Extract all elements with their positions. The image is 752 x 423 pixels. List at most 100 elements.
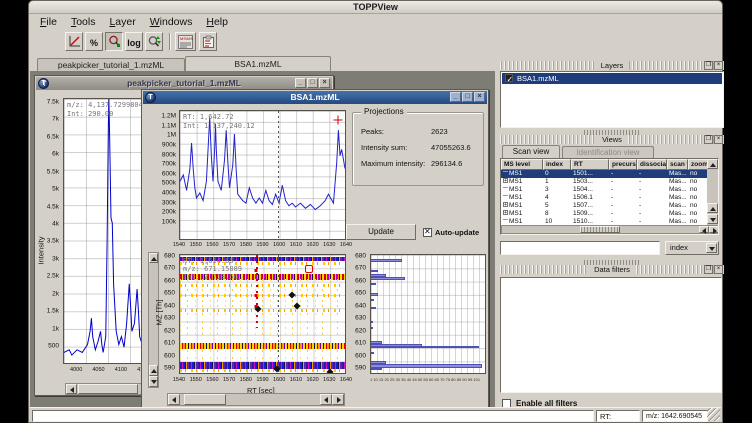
column-header[interactable]: precursi [609,159,637,170]
float-panel-icon[interactable]: ❐ [704,61,713,70]
close-panel-icon[interactable]: × [714,135,723,144]
log-intensity-icon: log [127,38,141,48]
search-column-combo[interactable]: index [665,241,719,255]
float-panel-icon[interactable]: ❐ [704,265,713,274]
table-row[interactable]: MS101501...--Mas...no [501,170,718,178]
scroll-left-button[interactable] [699,226,709,233]
close-button[interactable]: × [319,78,330,88]
scroll-up-button-2[interactable] [149,365,158,376]
close-panel-icon[interactable]: × [714,61,723,70]
resize-grip[interactable] [707,408,720,421]
mz-projection-plot[interactable] [370,254,486,374]
zoom-mode-button[interactable] [105,32,123,51]
cell-index: 0 [543,170,571,178]
scroll-down-button[interactable] [149,376,158,387]
scroll-left-button[interactable] [66,384,77,394]
cell-precursor: - [609,178,637,186]
scroll-thumb[interactable] [78,384,138,394]
table-h-scrollbar[interactable] [501,225,719,234]
combo-value: index [670,243,688,252]
menu-tools[interactable]: Tools [64,14,103,30]
toppview-window: TOPPView FileToolsLayerWindowsHelp % log… [28,0,723,423]
scroll-right-button[interactable] [332,394,344,405]
scroll-up-button[interactable] [707,159,718,169]
data-filters-panel-header[interactable]: Data filters ❐ × [500,265,724,274]
scroll-up-button-2[interactable] [707,203,718,213]
maximize-button[interactable]: □ [307,78,318,88]
close-button[interactable]: × [474,92,485,102]
percentage-intensity-button[interactable]: % [85,32,103,51]
layer-item[interactable]: BSA1.mzML [502,73,722,84]
linear-intensity-button[interactable] [65,32,83,51]
combo-dropdown-icon[interactable] [706,243,717,253]
table-row[interactable]: +MS111503...--Mas...no [501,178,718,186]
cell-rt: 1501... [571,170,609,178]
log-intensity-button[interactable]: log [125,32,143,51]
column-header[interactable]: index [543,159,571,170]
tab-peakpicker-tutorial[interactable]: peakpicker_tutorial_1.mzML [37,58,185,71]
float-panel-icon[interactable]: ❐ [704,135,713,144]
menu-layer[interactable]: Layer [102,14,142,30]
table-row[interactable]: MS131504...--Mas...no [501,186,718,194]
minimize-button[interactable]: _ [295,78,306,88]
cell-ms-level: MS1 [501,186,543,194]
expand-icon[interactable]: + [503,178,508,183]
menu-help[interactable]: Help [199,14,235,30]
column-header[interactable]: scan t [667,159,688,170]
map-h-scrollbar[interactable] [167,393,345,406]
expand-icon[interactable]: + [503,202,508,207]
projection-bar [371,327,373,329]
tab-bsa1[interactable]: BSA1.mzML [185,56,331,71]
reset-zoom-button[interactable] [145,32,163,51]
peak-overlay-int: Int: 290.00 [67,110,113,118]
scroll-right-button[interactable] [709,226,719,233]
tab-label: Scan view [513,147,549,156]
scroll-left-button-2[interactable] [320,394,332,405]
table-row[interactable]: +MS151507...--Mas...no [501,202,718,210]
column-header[interactable]: MS level [501,159,543,170]
column-header[interactable]: zoom [688,159,708,170]
menubar: FileToolsLayerWindowsHelp [33,14,718,30]
status-rt-field: RT: [596,410,640,422]
layer-visibility-checkbox[interactable] [505,74,513,82]
axis-tick: 1k [52,325,59,332]
table-row[interactable]: MS141506.1--Mas...no [501,194,718,202]
views-panel-header[interactable]: Views ❐ × [500,135,724,144]
menu-file[interactable]: File [33,14,64,30]
tab-scan-view[interactable]: Scan view [502,145,560,158]
scroll-left-button[interactable] [168,394,180,405]
tab-identification-view[interactable]: Identification view [562,146,654,158]
update-button[interactable]: Update [346,224,416,240]
table-row[interactable]: +MS181509...--Mas...no [501,210,718,218]
scan-search-input[interactable] [500,241,660,255]
layers-panel-header[interactable]: Layers ❐ × [500,61,724,70]
axis-tick: 1600 [273,242,285,248]
axis-tick: 4.5k [47,203,59,210]
menu-windows[interactable]: Windows [143,14,200,30]
bsa1-window: T BSA1.mzML _□× 1.2M1.1M1M900k800k700k60… [141,89,489,408]
map-2d-plot[interactable]: RT: 1,614.65 m/z: 671.15089 Int: 2,718.5… [179,254,346,374]
column-header[interactable]: RT [571,159,609,170]
scan-table-header[interactable]: MS levelindexRTprecursidissociascan tzoo… [501,159,718,170]
scroll-up-button[interactable] [149,253,158,263]
auto-update-checkbox[interactable] [423,228,432,237]
close-panel-icon[interactable]: × [714,265,723,274]
bsa1-titlebar[interactable]: T BSA1.mzML _□× [143,91,487,104]
expand-icon[interactable]: + [503,210,508,215]
chromatogram-x-ticks: 1540155015601570158015901600161016201630… [179,242,346,249]
annotate-button[interactable] [199,32,217,51]
column-header[interactable]: dissocia [637,159,667,170]
axis-tick: 1630 [323,242,335,248]
table-v-scrollbar[interactable] [707,159,718,225]
scroll-thumb[interactable] [580,226,620,233]
maximize-button[interactable]: □ [462,92,473,102]
scroll-thumb[interactable] [184,394,226,405]
chromatogram-plot[interactable]: RT: 1,642.72 Int: 1,137,240.12 [179,110,346,240]
axis-tick: 1540 [173,377,185,383]
axis-tick: 1560 [206,242,218,248]
msms-icon: MS/MS [178,35,193,49]
app-titlebar[interactable]: TOPPView [29,1,722,14]
msms-view-button[interactable]: MS/MS [175,32,196,51]
scroll-down-button[interactable] [707,214,718,224]
minimize-button[interactable]: _ [450,92,461,102]
